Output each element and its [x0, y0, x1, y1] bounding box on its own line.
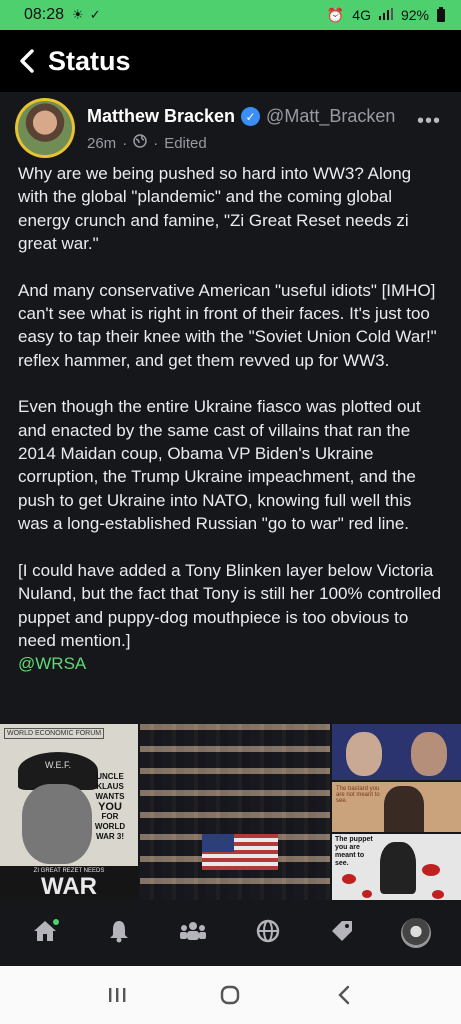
- media-image-collage[interactable]: The bastard you are not meant to see. Th…: [332, 724, 461, 900]
- bottom-navigation: [0, 900, 461, 966]
- battery-icon: [437, 6, 445, 22]
- nav-home[interactable]: [25, 913, 65, 953]
- check-download-icon: ✓: [89, 7, 101, 22]
- wef-badge: WORLD ECONOMIC FORUM: [4, 728, 105, 739]
- back-arrow-icon[interactable]: [14, 48, 40, 74]
- post-paragraph: And many conservative American "useful i…: [18, 280, 437, 370]
- verified-badge-icon: ✓: [241, 107, 261, 126]
- poster-bottom-bar: ZI GREAT REZET NEEDS WAR: [0, 866, 138, 900]
- nav-explore[interactable]: [248, 913, 288, 953]
- collage-portraits: [332, 724, 461, 780]
- system-status-bar: 08:28 ☀ ✓ ⏰ 4G 92%: [0, 0, 461, 30]
- collage-puppet: The puppet you are meant to see.: [332, 834, 461, 900]
- meta-separator-2: ·: [153, 134, 159, 152]
- network-type-label: 4G: [352, 7, 371, 23]
- poster-figure: [22, 784, 92, 864]
- home-circle-icon: [221, 985, 240, 1005]
- battery-percent: 92%: [400, 7, 429, 23]
- flag-graphic: [202, 834, 278, 870]
- author-name[interactable]: Matthew Bracken: [87, 106, 235, 127]
- post-header: Matthew Bracken ✓ @Matt_Bracken 26m · · …: [0, 92, 461, 162]
- post-paragraph: Why are we being pushed so hard into WW3…: [18, 164, 412, 254]
- signal-icon: [378, 7, 393, 23]
- recents-icon: [108, 988, 126, 1002]
- recents-button[interactable]: [97, 975, 137, 1015]
- profile-avatar-icon: [400, 918, 431, 948]
- nav-tags[interactable]: [322, 913, 362, 953]
- people-icon: [179, 920, 207, 947]
- nav-groups[interactable]: [173, 913, 213, 953]
- back-system-button[interactable]: [324, 975, 364, 1015]
- media-image-group-photo[interactable]: [140, 724, 330, 900]
- globe-visibility-icon: [133, 134, 147, 152]
- status-post: Matthew Bracken ✓ @Matt_Bracken 26m · · …: [0, 92, 461, 676]
- status-time: 08:28: [24, 6, 65, 23]
- post-media-gallery: WORLD ECONOMIC FORUM W.E.F. UNCLE KLAUS …: [0, 724, 461, 900]
- tag-icon: [329, 918, 355, 949]
- author-avatar[interactable]: [15, 98, 75, 158]
- post-body: Why are we being pushed so hard into WW3…: [0, 162, 461, 676]
- system-navigation-bar: [0, 966, 461, 1024]
- poster-copy: UNCLE KLAUS WANTS YOU FOR WORLD WAR 3!: [94, 772, 126, 841]
- post-paragraph: [I could have added a Tony Blinken layer…: [18, 560, 442, 650]
- unread-dot: [53, 919, 60, 925]
- page-title: Status: [48, 45, 131, 76]
- nav-notifications[interactable]: [99, 913, 139, 953]
- app-bar: Status: [0, 30, 461, 92]
- post-meta: 26m · · Edited: [87, 134, 207, 152]
- more-options-icon[interactable]: •••: [417, 110, 441, 133]
- meta-separator: ·: [122, 134, 128, 152]
- post-paragraph: Even though the entire Ukraine fiasco wa…: [18, 397, 421, 534]
- home-system-button[interactable]: [210, 975, 250, 1015]
- brightness-icon: ☀: [72, 7, 84, 22]
- globe-icon: [256, 919, 280, 948]
- back-chevron-icon: [338, 985, 350, 1005]
- nav-profile[interactable]: [396, 913, 436, 953]
- author-handle[interactable]: @Matt_Bracken: [266, 106, 395, 127]
- edited-label[interactable]: Edited: [164, 135, 207, 152]
- alarm-icon: ⏰: [326, 6, 345, 23]
- collage-middle: The bastard you are not meant to see.: [332, 782, 461, 832]
- mention-link[interactable]: @WRSA: [18, 652, 443, 675]
- bell-icon: [108, 919, 130, 948]
- post-time[interactable]: 26m: [87, 135, 116, 152]
- media-image-uncle-klaus[interactable]: WORLD ECONOMIC FORUM W.E.F. UNCLE KLAUS …: [0, 724, 138, 900]
